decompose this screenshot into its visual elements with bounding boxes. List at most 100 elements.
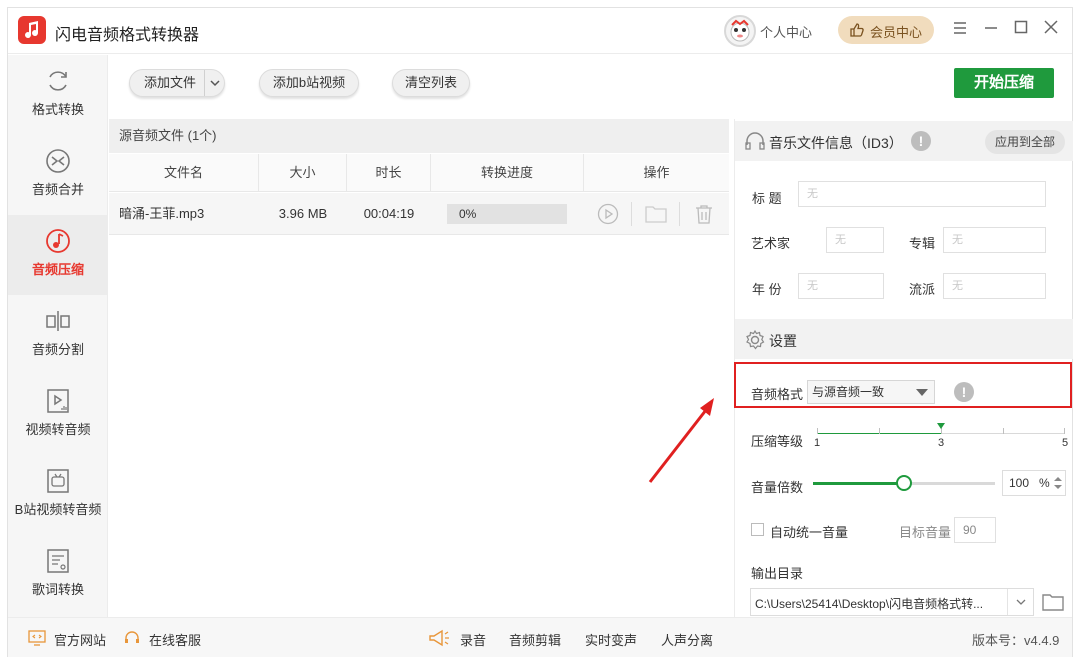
- sidebar-item-label: 音频分割: [31, 342, 84, 357]
- volume-slider[interactable]: [813, 474, 995, 494]
- tick-mark: [1064, 428, 1065, 434]
- minimize-icon[interactable]: [981, 20, 1001, 40]
- column-header-filename: 文件名: [109, 154, 259, 192]
- sidebar-item-label: 歌词转换: [31, 582, 84, 597]
- output-dir-label: 输出目录: [751, 566, 804, 581]
- megaphone-icon: [428, 629, 450, 650]
- target-volume-field[interactable]: 90: [954, 517, 996, 543]
- progress-text: 0%: [459, 207, 477, 221]
- volume-label: 音量倍数: [751, 480, 804, 495]
- volume-thumb[interactable]: [896, 475, 912, 491]
- file-size: 3.96 MB: [278, 206, 328, 221]
- record-link[interactable]: 录音: [460, 630, 486, 649]
- stepper-arrows-icon[interactable]: [1053, 475, 1063, 494]
- column-header-duration: 时长: [347, 154, 431, 192]
- sidebar-item-label: B站视频转音频: [14, 502, 102, 517]
- official-website-link[interactable]: 官方网站: [54, 630, 106, 649]
- output-dir-path: C:\Users\25414\Desktop\闪电音频格式转...: [755, 597, 984, 611]
- column-header-actions: 操作: [643, 165, 670, 180]
- auto-volume-label: 自动统一音量: [770, 525, 849, 540]
- artist-label: 艺术家: [751, 236, 791, 251]
- app-title: 闪电音频格式转换器: [55, 27, 200, 44]
- tick-mark: [1003, 428, 1004, 434]
- merge-icon: [44, 147, 72, 175]
- volume-stepper[interactable]: 100 %: [1002, 470, 1066, 496]
- online-support-link[interactable]: 在线客服: [149, 630, 201, 649]
- maximize-icon[interactable]: [1011, 20, 1031, 40]
- chevron-down-icon[interactable]: [204, 70, 224, 96]
- headset-icon: [123, 630, 141, 649]
- app-logo-icon: [18, 16, 46, 44]
- artist-field[interactable]: 无: [826, 227, 884, 253]
- bilibili-icon: [44, 467, 72, 495]
- close-icon[interactable]: [1041, 20, 1061, 40]
- chevron-down-icon[interactable]: [1007, 589, 1033, 615]
- compress-level-marker[interactable]: [937, 423, 945, 429]
- id3-section-header: 音乐文件信息（ID3） ! 应用到全部: [735, 121, 1073, 161]
- add-file-label: 添加文件: [144, 75, 197, 90]
- target-volume-label: 目标音量: [899, 525, 952, 540]
- thumbs-up-icon: [849, 22, 865, 41]
- sidebar-item-label: 音频压缩: [31, 262, 84, 277]
- column-header-progress: 转换进度: [431, 154, 584, 192]
- voice-change-link[interactable]: 实时变声: [585, 630, 637, 649]
- tick-mark: [817, 428, 818, 434]
- highlight-box: [734, 362, 1072, 408]
- album-label: 专辑: [909, 236, 936, 251]
- clear-list-button[interactable]: 清空列表: [392, 69, 470, 97]
- sidebar: 格式转换 音频合并 音频压缩 音频分割 视频转音频 B站视频转音频 歌词转换: [8, 55, 108, 617]
- sidebar-item-label: 视频转音频: [25, 422, 91, 437]
- output-dir-select[interactable]: C:\Users\25414\Desktop\闪电音频格式转...: [750, 588, 1034, 616]
- gear-icon: [744, 329, 766, 354]
- play-icon[interactable]: [597, 203, 619, 225]
- sidebar-item-video-to-audio[interactable]: 视频转音频: [8, 375, 108, 455]
- title-label: 标 题: [752, 191, 782, 206]
- file-name: 暗涌-王菲.mp3: [119, 206, 205, 221]
- user-center-link[interactable]: 个人中心: [760, 22, 812, 41]
- add-bilibili-button[interactable]: 添加b站视频: [259, 69, 359, 97]
- sidebar-item-format-convert[interactable]: 格式转换: [8, 55, 108, 135]
- compress-value-label: 3: [938, 437, 945, 449]
- compress-level-slider[interactable]: 1 3 5: [814, 423, 1069, 455]
- annotation-arrow: [648, 398, 714, 483]
- video-to-audio-icon: [44, 387, 72, 415]
- user-avatar[interactable]: [724, 15, 756, 47]
- start-compress-button[interactable]: 开始压缩: [954, 68, 1054, 98]
- sidebar-item-compress[interactable]: 音频压缩: [8, 215, 108, 295]
- file-duration: 00:04:19: [363, 206, 415, 221]
- menu-icon[interactable]: [950, 20, 970, 40]
- add-file-button[interactable]: 添加文件: [129, 69, 225, 97]
- file-list-columns: 文件名 大小 时长 转换进度 操作: [109, 154, 729, 192]
- compress-max-label: 5: [1062, 437, 1069, 449]
- info-icon[interactable]: !: [911, 131, 931, 151]
- trash-icon[interactable]: [693, 203, 715, 225]
- status-bar: 官方网站 在线客服 录音 音频剪辑 实时变声 人声分离 版本号：v4.4.9: [8, 617, 1072, 657]
- volume-track-fill: [813, 482, 904, 485]
- auto-volume-checkbox[interactable]: [751, 523, 764, 536]
- audio-edit-link[interactable]: 音频剪辑: [509, 630, 561, 649]
- table-row[interactable]: 暗涌-王菲.mp3 3.96 MB 00:04:19 0%: [109, 193, 729, 235]
- album-field[interactable]: 无: [943, 227, 1046, 253]
- year-label: 年 份: [752, 282, 782, 297]
- apply-all-button[interactable]: 应用到全部: [985, 130, 1065, 154]
- sidebar-item-bilibili[interactable]: B站视频转音频: [8, 455, 108, 543]
- folder-icon[interactable]: [644, 203, 667, 225]
- year-field[interactable]: 无: [798, 273, 884, 299]
- vip-center-button[interactable]: 会员中心: [838, 16, 934, 44]
- genre-field[interactable]: 无: [943, 273, 1046, 299]
- compress-min-label: 1: [814, 437, 821, 449]
- sidebar-item-merge[interactable]: 音频合并: [8, 135, 108, 215]
- settings-section-header: 设置: [735, 319, 1073, 359]
- sidebar-item-split[interactable]: 音频分割: [8, 295, 108, 375]
- lyrics-icon: [44, 547, 72, 575]
- title-field[interactable]: 无: [798, 181, 1046, 207]
- split-icon: [44, 307, 72, 335]
- app-window: 闪电音频格式转换器 个人中心 会员中心 格式转换 音频合并 音频压缩 音频分割 …: [7, 7, 1073, 657]
- vocal-split-link[interactable]: 人声分离: [661, 630, 713, 649]
- volume-unit: %: [1039, 476, 1050, 490]
- settings-title: 设置: [769, 333, 797, 349]
- folder-icon[interactable]: [1041, 591, 1065, 616]
- sidebar-item-lyrics[interactable]: 歌词转换: [8, 535, 108, 615]
- compress-icon: [44, 227, 72, 255]
- compress-level-label: 压缩等级: [751, 434, 804, 449]
